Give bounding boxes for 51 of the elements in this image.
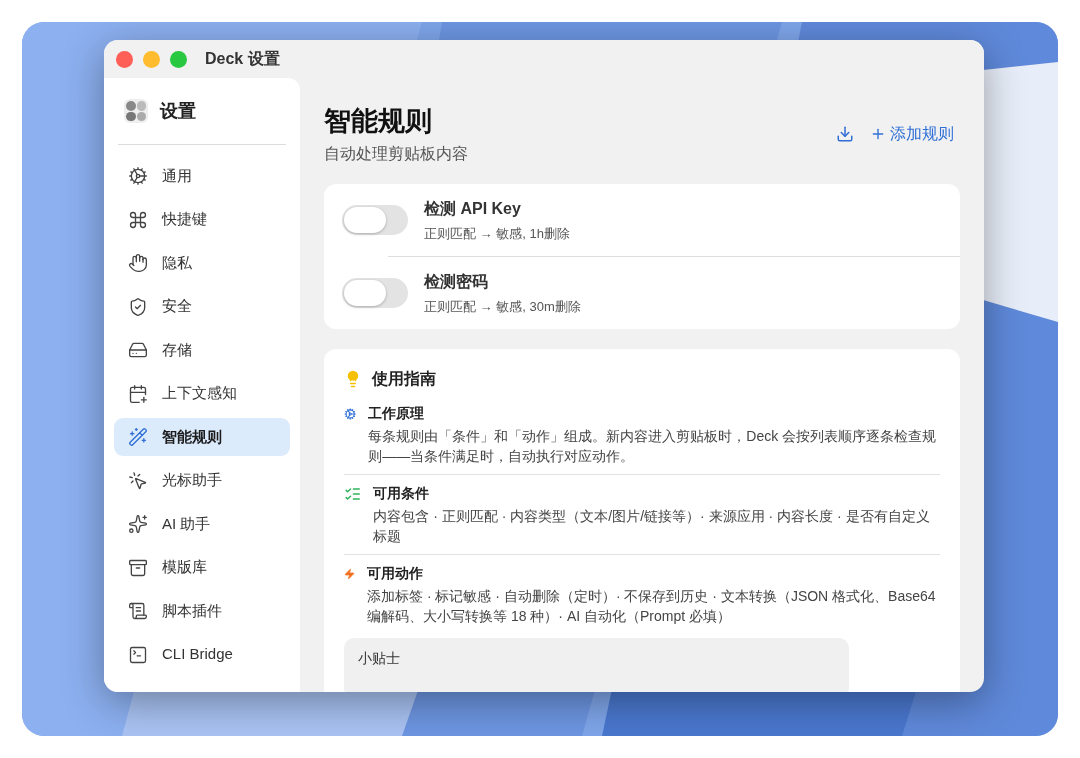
rule-name: 检测 API Key xyxy=(424,198,522,219)
sidebar-item[interactable]: 光标助手 xyxy=(114,461,290,500)
command-icon xyxy=(128,209,148,230)
section-title: 可用动作 xyxy=(367,564,424,583)
checklist-icon xyxy=(344,485,362,503)
sidebar-item[interactable]: 智能规则 xyxy=(114,418,290,456)
sidebar-item[interactable]: AI 助手 xyxy=(114,505,290,543)
section-text: 内容包含 · 正则匹配 · 内容类型（文本/图片/链接等）· 来源应用 · 内容长度 · 是否有自定义标题 xyxy=(373,507,931,546)
close-button[interactable] xyxy=(116,50,133,68)
add-rule-button[interactable]: 添加规则 xyxy=(870,122,954,146)
shield-icon xyxy=(128,296,148,317)
plus-icon xyxy=(870,126,886,142)
window-title: Deck 设置 xyxy=(205,49,280,69)
tray-icon xyxy=(128,557,148,578)
section-text: 每条规则由「条件」和「动作」组成。新内容进入剪贴板时，Deck 会按列表顺序逐条检查规则——当条件满足时，自动执行对应动作。 xyxy=(368,427,938,466)
sidebar-item[interactable]: 快捷键 xyxy=(114,200,290,239)
hand-icon xyxy=(128,253,148,273)
rule-summary: 正则匹配 → 敏感, 1h删除 xyxy=(424,224,570,243)
section-text: 添加标签 · 标记敏感 · 自动删除（定时）· 不保存到历史 · 文本转换（JSON 格式化、Base64 编解码、大小写转换等 18 种）· AI 自动化（Prompt 必填） xyxy=(367,587,937,626)
calendar-icon xyxy=(128,383,148,404)
toggle-switch[interactable] xyxy=(342,205,408,235)
tip-title: 小贴士 xyxy=(358,650,400,666)
sidebar-item[interactable]: 模版库 xyxy=(114,548,290,587)
import-icon[interactable] xyxy=(836,125,854,143)
terminal-icon xyxy=(128,644,148,665)
guide-title: 使用指南 xyxy=(372,369,436,389)
scroll-icon xyxy=(128,601,148,621)
cursor-icon xyxy=(128,470,148,491)
page-title: 智能规则 xyxy=(324,105,433,138)
toggle-switch[interactable] xyxy=(342,278,408,308)
minimize-button[interactable] xyxy=(143,50,160,68)
app-icon xyxy=(124,99,148,123)
section-title: 可用条件 xyxy=(373,484,431,503)
gear-icon xyxy=(128,166,148,186)
sidebar-item[interactable]: 安全 xyxy=(114,287,290,326)
sidebar-item[interactable]: 通用 xyxy=(114,157,290,195)
sparkles-icon xyxy=(128,514,148,534)
sidebar-item[interactable]: 上下文感知 xyxy=(114,374,290,413)
gears-icon xyxy=(344,405,357,423)
section-title: 工作原理 xyxy=(368,404,426,423)
sidebar-item[interactable]: CLI Bridge xyxy=(114,635,290,674)
sidebar-item[interactable]: 隐私 xyxy=(114,244,290,282)
page-subtitle: 自动处理剪贴板内容 xyxy=(324,144,468,164)
sidebar-item[interactable]: 脚本插件 xyxy=(114,592,290,630)
sidebar-item[interactable]: 存储 xyxy=(114,331,290,369)
zoom-button[interactable] xyxy=(170,50,187,68)
drive-icon xyxy=(128,340,148,360)
sidebar-title: 设置 xyxy=(160,99,196,123)
rule-summary: 正则匹配 → 敏感, 30m删除 xyxy=(424,297,581,316)
rule-name: 检测密码 xyxy=(424,271,489,292)
wand-icon xyxy=(128,427,148,447)
